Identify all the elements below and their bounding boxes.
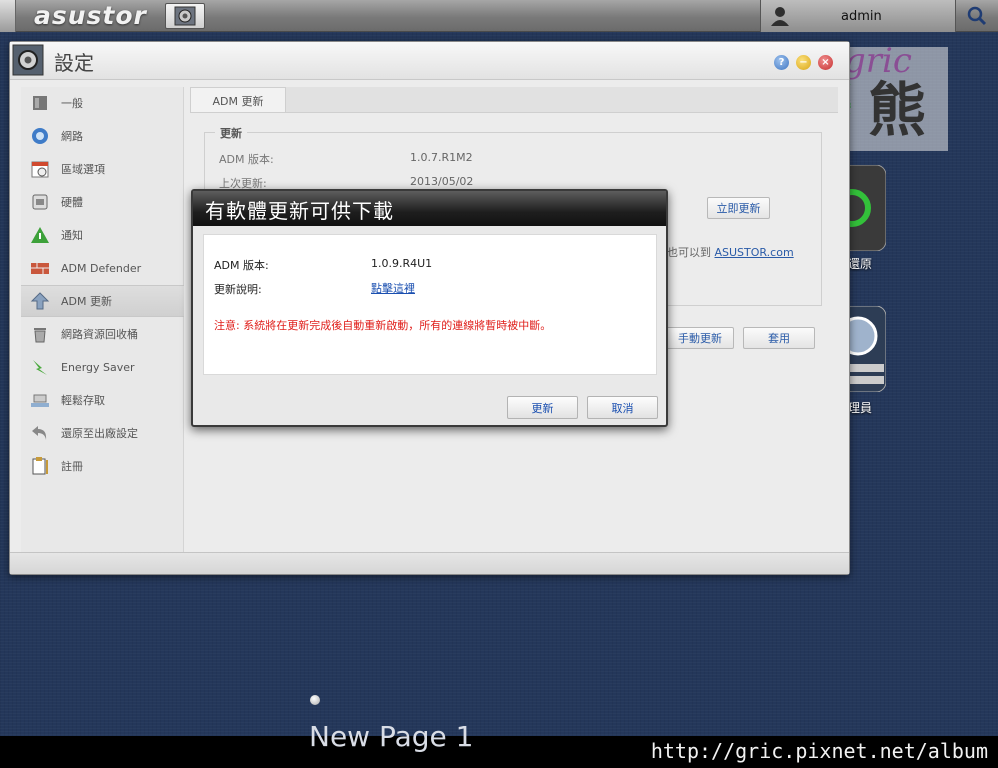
sidebar-item-energy-saver[interactable]: Energy Saver [21, 351, 184, 383]
username: admin [841, 9, 882, 24]
sidebar-item-notification[interactable]: 通知 [21, 219, 184, 251]
fieldset-legend: 更新 [215, 125, 247, 141]
dialog-titlebar[interactable]: 有軟體更新可供下載 [193, 191, 666, 226]
sidebar-item-registration[interactable]: 註冊 [21, 450, 184, 482]
sidebar-item-label: ADM Defender [61, 261, 142, 275]
watermark-big-text: 熊 [868, 76, 927, 144]
help-icon[interactable]: ? [774, 55, 789, 70]
asustor-link[interactable]: ASUSTOR.com [715, 246, 794, 259]
sidebar-item-regional[interactable]: 區域選項 [21, 153, 184, 185]
dialog-title: 有軟體更新可供下載 [205, 199, 394, 223]
server-icon [29, 92, 51, 114]
taskbar: asustor admin [0, 0, 998, 32]
cancel-button[interactable]: 取消 [587, 396, 658, 419]
window-titlebar[interactable]: 設定 ? − × [10, 42, 849, 80]
close-icon[interactable]: × [818, 55, 833, 70]
gear-icon [174, 6, 196, 26]
taskbar-corner[interactable] [0, 0, 16, 32]
sidebar-item-label: 輕鬆存取 [61, 394, 105, 407]
manual-update-button[interactable]: 手動更新 [666, 327, 734, 349]
new-version-label: ADM 版本: [214, 259, 269, 272]
sidebar-item-label: 硬體 [61, 196, 83, 209]
link-prefix: 也可以到 [667, 246, 715, 259]
watermark-url: http://gric.pixnet.net/album [650, 739, 988, 763]
update-available-dialog: 有軟體更新可供下載 ADM 版本: 1.0.9.R4U1 更新說明: 點擊這裡 … [191, 189, 668, 427]
settings-app-icon [12, 44, 44, 76]
taskbar-app-settings[interactable] [165, 3, 205, 29]
sidebar-item-network[interactable]: 網路 [21, 120, 184, 152]
sidebar-item-label: 通知 [61, 229, 83, 242]
update-now-button[interactable]: 立即更新 [707, 197, 770, 219]
asustor-link-line: 也可以到 ASUSTOR.com [667, 244, 794, 260]
sidebar-item-recycle-bin[interactable]: 網路資源回收桶 [21, 318, 184, 350]
tab-adm-update[interactable]: ADM 更新 [190, 87, 286, 113]
sidebar-item-adm-update[interactable]: ADM 更新 [21, 285, 184, 317]
sidebar-item-label: 還原至出廠設定 [61, 427, 138, 440]
user-menu[interactable]: admin [760, 0, 956, 32]
sidebar-item-factory-reset[interactable]: 還原至出廠設定 [21, 417, 184, 449]
recycle-bin-icon [29, 323, 51, 345]
watermark-brand: gric [844, 41, 912, 81]
page-indicator-dot[interactable] [310, 695, 320, 705]
dialog-body: ADM 版本: 1.0.9.R4U1 更新說明: 點擊這裡 注意: 系統將在更新… [203, 234, 657, 375]
sidebar-item-label: ADM 更新 [61, 295, 112, 308]
sidebar-item-label: 網路資源回收桶 [61, 328, 138, 341]
settings-sidebar: 一般 網路 區域選項 硬體 通知 ADM Defender ADM 更新 網路資… [21, 87, 184, 553]
upload-arrow-icon [29, 290, 51, 312]
desktop-icon-label: 還原 [848, 257, 873, 271]
sidebar-item-label: 一般 [61, 97, 83, 110]
clipboard-icon [29, 455, 51, 477]
user-icon [771, 7, 789, 26]
globe-icon [29, 125, 51, 147]
hardware-icon [29, 191, 51, 213]
sidebar-item-label: 註冊 [61, 460, 83, 473]
energy-icon [29, 356, 51, 378]
update-button[interactable]: 更新 [507, 396, 578, 419]
sidebar-item-label: Energy Saver [61, 360, 135, 374]
network-access-icon [29, 389, 51, 411]
sidebar-item-label: 網路 [61, 130, 83, 143]
undo-icon [29, 422, 51, 444]
adm-version-value: 1.0.7.R1M2 [410, 151, 473, 164]
window-footer [10, 552, 849, 574]
window-controls: ? − × [774, 55, 833, 70]
last-update-value: 2013/05/02 [410, 175, 474, 188]
sidebar-item-easy-access[interactable]: 輕鬆存取 [21, 384, 184, 416]
firewall-icon [29, 257, 51, 279]
sidebar-item-adm-defender[interactable]: ADM Defender [21, 252, 184, 284]
sidebar-item-label: 區域選項 [61, 163, 105, 176]
asustor-logo: asustor [34, 1, 147, 30]
release-notes-link[interactable]: 點擊這裡 [371, 280, 415, 296]
search-icon [967, 6, 987, 26]
minimize-icon[interactable]: − [796, 55, 811, 70]
desktop-page-name: New Page 1 [309, 720, 474, 753]
window-title: 設定 [54, 51, 94, 75]
desktop-icon-label: 理員 [848, 401, 873, 415]
search-button[interactable] [960, 3, 994, 29]
restart-warning: 注意: 系統將在更新完成後自動重新啟動，所有的連線將暫時被中斷。 [214, 319, 552, 332]
adm-version-label: ADM 版本: [219, 153, 274, 166]
clock-calendar-icon [29, 158, 51, 180]
new-version-value: 1.0.9.R4U1 [371, 257, 433, 270]
sidebar-item-general[interactable]: 一般 [21, 87, 184, 119]
warning-icon [29, 224, 51, 246]
apply-button[interactable]: 套用 [743, 327, 815, 349]
sidebar-item-hardware[interactable]: 硬體 [21, 186, 184, 218]
release-notes-label: 更新說明: [214, 283, 262, 296]
